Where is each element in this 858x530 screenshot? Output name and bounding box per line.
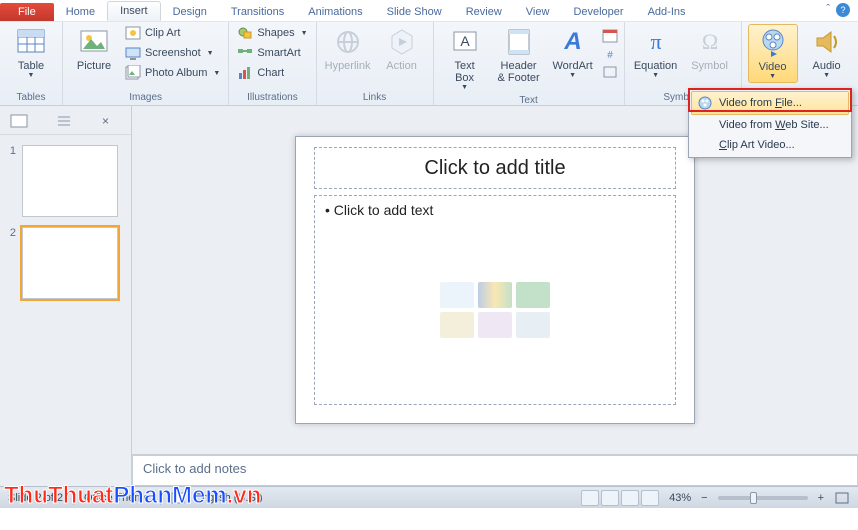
content-icons[interactable] [440,282,550,338]
photoalbum-button[interactable]: Photo Album▼ [123,64,222,82]
screenshot-button[interactable]: Screenshot▼ [123,44,222,62]
equation-button[interactable]: π Equation▼ [631,24,681,81]
tab-review[interactable]: Review [454,3,514,21]
tab-design[interactable]: Design [161,3,219,21]
video-from-website[interactable]: Video from Web Site... [691,115,849,135]
group-label-tables: Tables [6,90,56,105]
group-text: A Text Box▼ Header & Footer A WordArt▼ #… [434,22,625,105]
audio-button[interactable]: Audio▼ [802,24,852,81]
symbol-button[interactable]: Ω Symbol [685,24,735,74]
svg-text:A: A [563,28,581,55]
tab-bar: File Home Insert Design Transitions Anim… [0,0,858,22]
group-illustrations: Shapes▼ SmartArt Chart Illustrations [229,22,316,105]
headerfooter-button[interactable]: Header & Footer [494,24,544,86]
svg-text:π: π [650,29,661,54]
tab-addins[interactable]: Add-Ins [636,3,698,21]
tab-insert[interactable]: Insert [107,1,161,21]
tab-animations[interactable]: Animations [296,3,374,21]
thumb-1[interactable]: 1 [6,145,125,217]
zoom-slider[interactable] [718,496,808,500]
action-button[interactable]: Action [377,24,427,74]
svg-text:Ω: Ω [701,29,717,54]
svg-text:A: A [460,33,470,49]
status-zoom[interactable]: 43% [669,492,691,504]
group-label-images: Images [69,90,222,105]
outline-tab-icon[interactable] [10,114,28,128]
sorter-view-icon[interactable] [601,490,619,506]
clipart-video[interactable]: Clip Art Video... [691,135,849,155]
slidenumber-icon[interactable]: # [602,46,618,62]
file-tab[interactable]: File [0,3,54,21]
audio-icon [811,26,843,58]
group-label-links: Links [323,90,427,105]
normal-view-icon[interactable] [581,490,599,506]
tab-home[interactable]: Home [54,3,107,21]
clipart-button[interactable]: Clip Art [123,24,222,42]
video-from-file[interactable]: Video from File... [691,91,849,115]
workspace: × 1 2 Click to add title Click to add te… [0,106,858,486]
textbox-button[interactable]: A Text Box▼ [440,24,490,93]
help-icon[interactable]: ? [836,3,850,17]
zoom-in-icon[interactable]: + [818,492,824,504]
smartart-button[interactable]: SmartArt [235,44,309,62]
chart-button[interactable]: Chart [235,64,309,82]
group-links: Hyperlink Action Links [317,22,434,105]
fit-to-window-icon[interactable] [834,491,850,505]
tab-transitions[interactable]: Transitions [219,3,296,21]
table-button[interactable]: Table▼ [6,24,56,81]
slides-tab-icon[interactable] [56,114,74,128]
tab-view[interactable]: View [514,3,562,21]
object-icon[interactable] [602,64,618,80]
minimize-ribbon-icon[interactable]: ˆ [826,3,830,17]
shapes-button[interactable]: Shapes▼ [235,24,309,42]
slideshow-view-icon[interactable] [641,490,659,506]
picture-button[interactable]: Picture [69,24,119,74]
zoom-out-icon[interactable]: − [701,492,707,504]
video-dropdown: Video from File... Video from Web Site..… [688,88,852,158]
view-buttons[interactable] [581,490,659,506]
slide-panel: × 1 2 [0,106,132,486]
svg-text:#: # [607,50,613,61]
video-icon [757,27,789,59]
thumb-2[interactable]: 2 [6,227,125,299]
group-label-illustrations: Illustrations [235,90,309,105]
tab-developer[interactable]: Developer [561,3,635,21]
title-placeholder[interactable]: Click to add title [314,147,676,189]
close-panel-icon[interactable]: × [102,114,109,128]
reading-view-icon[interactable] [621,490,639,506]
video-button[interactable]: Video▼ [748,24,798,83]
edit-area: Click to add title Click to add text Cli… [132,106,858,486]
body-placeholder[interactable]: Click to add text [314,195,676,405]
datetime-icon[interactable] [602,28,618,44]
wordart-button[interactable]: A WordArt▼ [548,24,598,81]
watermark: ThuThuatPhanMem.vn [4,482,261,510]
group-tables: Table▼ Tables [0,22,63,105]
group-images: Picture Clip Art Screenshot▼ Photo Album… [63,22,229,105]
tab-slideshow[interactable]: Slide Show [375,3,454,21]
hyperlink-button[interactable]: Hyperlink [323,24,373,74]
slide-canvas[interactable]: Click to add title Click to add text [295,136,695,424]
